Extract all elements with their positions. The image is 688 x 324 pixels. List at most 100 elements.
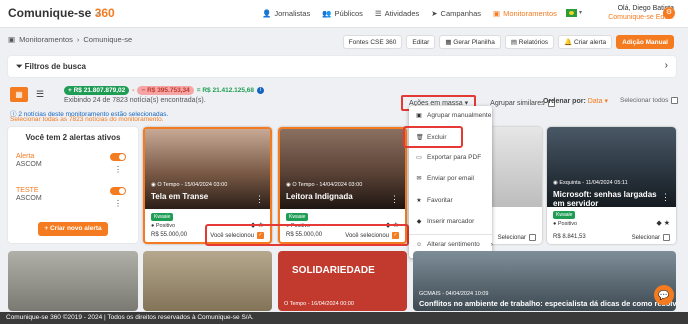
- trash-icon: 🗑: [416, 135, 424, 141]
- language-flag-icon[interactable]: [566, 9, 577, 17]
- bell-icon: 🔔: [564, 39, 574, 46]
- card-sentiment: ● Positivo: [151, 223, 176, 229]
- menu-divider: [409, 234, 492, 235]
- fontes-button[interactable]: Fontes CSE 360: [342, 35, 403, 49]
- card-value: R$ 8.841,53: [553, 234, 586, 240]
- nav-jornalistas[interactable]: 👤 Jornalistas: [262, 9, 310, 18]
- alert-toggle[interactable]: [110, 153, 126, 161]
- card-tag: Kwaaie: [286, 213, 309, 221]
- card-select[interactable]: Selecionar: [498, 234, 536, 241]
- card-title[interactable]: Leitora Indignada: [286, 192, 353, 201]
- star-icon[interactable]: ★: [664, 220, 670, 227]
- criar-alerta-button[interactable]: 🔔 Criar alerta: [558, 35, 613, 49]
- tag-icon[interactable]: ◆: [656, 220, 661, 227]
- grid-view-button[interactable]: ▦: [10, 87, 28, 102]
- alerts-title: Você tem 2 alertas ativos: [25, 133, 121, 142]
- mass-actions-menu: ▣ Agrupar manualmente 🗑 Excluir ▭ Exportar …: [403, 106, 493, 258]
- mail-icon: ✉: [416, 176, 422, 182]
- menu-item-sentimento[interactable]: ☺ Alterar sentimento ›: [416, 241, 493, 248]
- select-all[interactable]: Selecionar todos: [620, 97, 679, 104]
- card-meta: ◉ O Tempo - 15/04/2024 03:00: [151, 182, 228, 188]
- more-vert-icon[interactable]: ⋮: [661, 192, 670, 203]
- nav-campanhas[interactable]: ➤ Campanhas: [431, 9, 481, 18]
- selected-highlight: [205, 224, 409, 246]
- chevron-right-icon: ›: [490, 241, 493, 248]
- select-all-checkbox[interactable]: [671, 97, 679, 104]
- card-sentiment: ● Positivo: [553, 221, 578, 227]
- more-vert-icon[interactable]: ⋮: [390, 194, 399, 205]
- news-card-bottom[interactable]: SOLIDARIEDADE O Tempo - 16/04/2024 00:00: [278, 251, 407, 311]
- news-image[interactable]: [143, 251, 272, 311]
- card-meta: O Tempo - 16/04/2024 00:00: [284, 301, 354, 307]
- gerar-planilha-button[interactable]: ▦ Gerar Planilha: [439, 35, 501, 49]
- more-vert-icon[interactable]: ⋮: [114, 165, 122, 174]
- news-card[interactable]: ◉ Esquinta - 11/04/2024 05:11 Microsoft:…: [547, 127, 676, 244]
- monitor-icon: ▣: [493, 9, 501, 18]
- avatar[interactable]: ⚙: [663, 7, 675, 19]
- adicao-manual-button[interactable]: Adição Manual: [616, 35, 674, 49]
- filters-label: ⏷ Filtros de busca: [16, 62, 86, 71]
- info-icon[interactable]: i: [257, 87, 265, 94]
- footer: Comunique-se 360 ©2019 - 2024 | Todos os…: [0, 312, 688, 324]
- stat-positive: + R$ 21.807.879,02: [64, 86, 130, 95]
- order-by[interactable]: Ordenar por: Data ▾: [543, 97, 608, 105]
- relatorios-button[interactable]: ▤ Relatórios: [504, 35, 555, 49]
- person-icon: 👤: [262, 9, 272, 18]
- stat-negative: − R$ 395.753,34: [137, 86, 194, 95]
- file-icon: ▭: [416, 155, 422, 161]
- nav-monitoramentos[interactable]: ▣ Monitoramentos: [493, 9, 557, 18]
- card-checkbox[interactable]: [663, 234, 670, 241]
- breadcrumb-root[interactable]: Monitoramentos: [19, 35, 73, 44]
- smile-icon: ☺: [416, 241, 423, 248]
- top-bar: Comunique-se 360 « 👤 Jornalistas 👥 Público…: [0, 0, 688, 28]
- news-image[interactable]: [8, 251, 138, 311]
- card-checkbox[interactable]: [529, 234, 536, 241]
- value-stats: + R$ 21.807.879,02 - − R$ 395.753,34 = R…: [64, 86, 265, 95]
- list-icon: ☰: [374, 9, 382, 18]
- bookmark-icon: ◆: [416, 219, 422, 225]
- collapse-sidebar-icon[interactable]: «: [96, 9, 100, 18]
- people-icon: 👥: [322, 9, 332, 18]
- alert-item[interactable]: Alerta ASCOM ⋮: [16, 153, 130, 174]
- nav-publicos[interactable]: 👥 Públicos: [322, 9, 363, 18]
- chevron-right-icon[interactable]: ›: [665, 60, 668, 71]
- card-meta: ◉ O Tempo - 14/04/2024 03:00: [286, 182, 363, 188]
- menu-item-favoritar[interactable]: ★ Favoritar: [416, 197, 452, 204]
- chat-icon[interactable]: 💬: [654, 285, 674, 305]
- menu-item-excluir[interactable]: 🗑 Excluir: [416, 134, 447, 141]
- list-view-button[interactable]: ☰: [36, 89, 44, 100]
- alerts-panel: Você tem 2 alertas ativos Alerta ASCOM ⋮…: [8, 127, 138, 243]
- more-vert-icon[interactable]: ⋮: [255, 194, 264, 205]
- caret-down-icon: ▾: [604, 98, 609, 105]
- card-title[interactable]: Conflitos no ambiente de trabalho: espec…: [419, 299, 676, 308]
- menu-item-agrupar[interactable]: ▣ Agrupar manualmente: [416, 112, 491, 119]
- alert-toggle[interactable]: [110, 187, 126, 195]
- send-icon: ➤: [431, 9, 438, 18]
- chevron-down-icon[interactable]: ▾: [579, 9, 582, 16]
- editar-button[interactable]: Editar: [406, 35, 436, 49]
- card-icons: ◆ ★: [656, 219, 670, 227]
- alert-item[interactable]: TESTE ASCOM ⋮: [16, 187, 130, 208]
- card-meta: GCMAIS - 04/04/2024 10:09: [419, 291, 489, 297]
- card-title[interactable]: Microsoft: senhas largadas em servidor: [553, 190, 665, 208]
- chart-icon: ▤: [510, 39, 519, 46]
- toolbar: Fontes CSE 360 Editar ▦ Gerar Planilha ▤…: [342, 35, 674, 49]
- new-alert-button[interactable]: + Criar novo alerta: [38, 222, 108, 236]
- news-card-bottom[interactable]: GCMAIS - 04/04/2024 10:09 Conflitos no a…: [413, 251, 676, 311]
- filters-bar[interactable]: ⏷ Filtros de busca ›: [8, 56, 676, 77]
- breadcrumb: ▣ Monitoramentos › Comunique-se: [8, 35, 133, 44]
- showing-count: Exibindo 24 de 7823 notícia(s) encontrad…: [64, 97, 206, 104]
- menu-item-email[interactable]: ✉ Enviar por email: [416, 175, 473, 182]
- card-title[interactable]: Tela em Transe: [151, 192, 208, 201]
- card-value: R$ 55.000,00: [151, 232, 188, 238]
- card-tag: Kwaaie: [553, 211, 576, 219]
- menu-item-marcador[interactable]: ◆ Inserir marcador: [416, 218, 475, 225]
- nav-atividades[interactable]: ☰ Atividades: [375, 9, 419, 18]
- badge-text: SOLIDARIEDADE: [292, 265, 375, 276]
- menu-item-exportar[interactable]: ▭ Exportar para PDF: [416, 154, 481, 161]
- more-vert-icon[interactable]: ⋮: [114, 199, 122, 208]
- filter-icon: ⏷: [16, 62, 25, 71]
- select-all-link[interactable]: Selecionar todas as 7823 notícias do mon…: [10, 116, 164, 123]
- card-select[interactable]: Selecionar: [632, 234, 670, 241]
- monitor-icon: ▣: [8, 35, 16, 44]
